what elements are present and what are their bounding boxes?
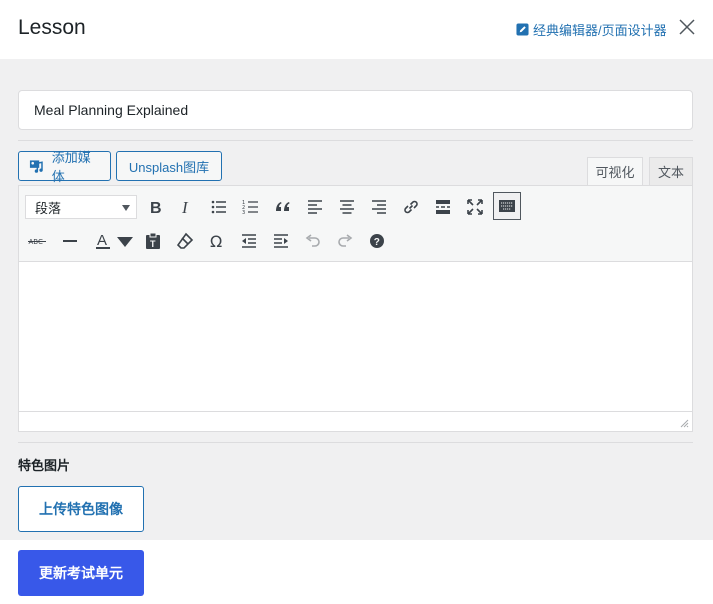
horizontal-line-button[interactable]	[56, 227, 84, 255]
strikethrough-icon: ABC	[28, 238, 46, 246]
align-right-button[interactable]	[365, 193, 393, 221]
modal-header: Lesson 经典编辑器/页面设计器	[0, 0, 713, 59]
blockquote-button[interactable]	[269, 193, 297, 221]
italic-button[interactable]: I	[173, 193, 201, 221]
svg-text:?: ?	[374, 237, 380, 248]
chevron-down-icon	[122, 205, 130, 211]
special-character-button[interactable]: Ω	[203, 227, 231, 255]
bulleted-list-icon	[211, 200, 226, 214]
resize-handle-icon[interactable]	[679, 418, 689, 428]
numbered-list-icon: 1 2 3	[242, 200, 258, 216]
unsplash-label: Unsplash图库	[128, 159, 210, 175]
outdent-icon	[242, 234, 256, 248]
special-character-icon: Ω	[210, 232, 222, 251]
classic-editor-label: 经典编辑器/页面设计器	[533, 23, 667, 38]
blockquote-icon	[276, 202, 290, 211]
modal-title: Lesson	[18, 16, 86, 39]
svg-text:I: I	[181, 198, 189, 217]
toolbar-toggle-button[interactable]	[493, 192, 521, 220]
modal-footer: 更新考试单元	[0, 540, 713, 604]
paste-text-icon: T	[146, 232, 160, 249]
unsplash-button[interactable]: Unsplash图库	[116, 151, 222, 181]
svg-text:B: B	[150, 200, 162, 217]
horizontal-line-icon	[63, 240, 77, 242]
undo-icon	[305, 234, 320, 247]
numbered-list-button[interactable]: 1 2 3	[237, 193, 265, 221]
help-button[interactable]: ?	[363, 227, 391, 255]
paste-text-button[interactable]: T	[139, 227, 167, 255]
toolbar-toggle-icon	[499, 200, 515, 212]
align-center-icon	[340, 200, 354, 214]
editor-status-bar	[19, 411, 692, 431]
clear-formatting-button[interactable]	[171, 227, 199, 255]
svg-text:3: 3	[242, 210, 245, 216]
italic-icon: I	[181, 198, 189, 217]
svg-text:A: A	[97, 232, 107, 249]
link-button[interactable]	[397, 193, 425, 221]
add-media-label: 添加媒体	[51, 150, 91, 184]
bold-button[interactable]: B	[141, 193, 169, 221]
link-icon	[404, 200, 418, 214]
text-color-icon: A	[96, 232, 110, 249]
featured-image-label: 特色图片	[18, 458, 71, 473]
svg-text:Ω: Ω	[210, 232, 222, 251]
format-select[interactable]: 段落	[25, 195, 137, 219]
align-left-icon	[308, 200, 322, 214]
add-media-button[interactable]: 添加媒体	[18, 150, 111, 184]
chevron-down-icon	[117, 237, 133, 247]
help-icon: ?	[370, 234, 384, 248]
lesson-title-input[interactable]	[18, 90, 693, 130]
divider	[18, 140, 693, 141]
text-color-button[interactable]: A	[89, 227, 117, 255]
divider	[18, 442, 693, 443]
fullscreen-button[interactable]	[461, 193, 489, 221]
update-exam-unit-button[interactable]: 更新考试单元	[18, 550, 144, 596]
classic-editor: 段落 B I 1 2 3 A T Ω ?	[18, 185, 693, 432]
clear-formatting-icon	[176, 232, 194, 249]
upload-featured-image-button[interactable]: 上传特色图像	[18, 486, 144, 532]
align-left-button[interactable]	[301, 193, 329, 221]
bold-icon: B	[150, 200, 162, 217]
text-color-dropdown[interactable]	[115, 227, 135, 255]
format-select-value: 段落	[35, 200, 62, 216]
redo-button[interactable]	[331, 227, 359, 255]
classic-editor-link[interactable]: 经典编辑器/页面设计器	[516, 20, 667, 39]
read-more-button[interactable]	[429, 193, 457, 221]
editor-toolbar: 段落 B I 1 2 3 A T Ω ?	[19, 186, 692, 262]
outdent-button[interactable]	[235, 227, 263, 255]
fullscreen-icon	[467, 199, 483, 215]
media-icon	[29, 160, 43, 173]
undo-button[interactable]	[299, 227, 327, 255]
tab-visual[interactable]: 可视化	[587, 157, 643, 185]
align-right-icon	[372, 200, 386, 214]
strikethrough-button[interactable]: ABC	[23, 227, 51, 255]
indent-button[interactable]	[267, 227, 295, 255]
bulleted-list-button[interactable]	[205, 193, 233, 221]
indent-icon	[274, 234, 288, 248]
tab-text[interactable]: 文本	[649, 157, 693, 185]
svg-text:T: T	[150, 239, 156, 249]
align-center-button[interactable]	[333, 193, 361, 221]
read-more-icon	[436, 200, 450, 214]
close-button[interactable]	[677, 17, 697, 37]
editor-content-area[interactable]	[19, 263, 692, 411]
close-icon	[679, 19, 695, 35]
edit-icon	[516, 23, 529, 36]
redo-icon	[338, 234, 353, 247]
